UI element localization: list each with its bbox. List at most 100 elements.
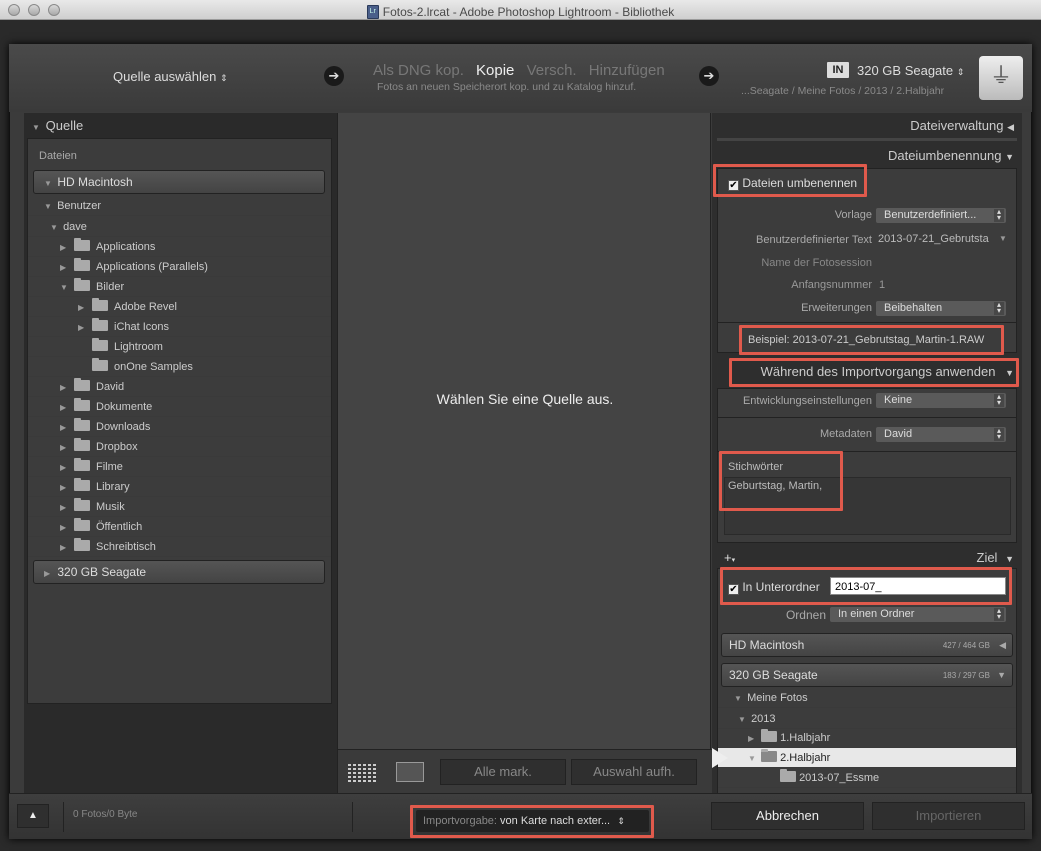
folder-row[interactable]: ▶ Adobe Revel <box>28 297 331 317</box>
folder-row[interactable]: ▶ iChat Icons <box>28 317 331 337</box>
rename-checkbox-row[interactable]: ✔ Dateien umbenennen <box>728 176 857 191</box>
dest-tree-2-halbjahr[interactable]: ▼ 2.Halbjahr <box>718 748 1016 768</box>
folder-row[interactable]: ▶ Musik <box>28 497 331 517</box>
folder-row[interactable]: ▶ Öffentlich <box>28 517 331 537</box>
start-number-value[interactable]: 1 <box>879 279 885 291</box>
import-preset-select[interactable]: Importvorgabe: von Karte nach exter... ⇕ <box>416 810 649 832</box>
dest-tree-meine-fotos[interactable]: ▼ Meine Fotos <box>718 688 1016 708</box>
folder-icon <box>92 318 108 331</box>
close-window-button[interactable] <box>8 4 20 16</box>
folder-row[interactable]: ▶ Dokumente <box>28 397 331 417</box>
organize-select[interactable]: In einen Ordner ▴ ▾ <box>830 607 1006 622</box>
apply-header[interactable]: Während des Importvorgangs anwenden ▼ <box>761 364 1014 379</box>
folder-row[interactable]: Lightroom <box>28 337 331 357</box>
dest-volume-hd[interactable]: HD Macintosh 427 / 464 GB ◀ <box>721 633 1013 657</box>
minimize-window-button[interactable] <box>28 4 40 16</box>
tree-row-dave[interactable]: ▼ dave <box>28 217 331 237</box>
volume-hd-macintosh[interactable]: ▼ HD Macintosh <box>33 170 325 194</box>
divider <box>63 802 64 832</box>
folder-row[interactable]: ▶ Schreibtisch <box>28 537 331 557</box>
triangle-right-icon[interactable]: ▶ <box>78 298 88 318</box>
expand-up-button[interactable]: ▲ <box>17 804 49 828</box>
folder-icon <box>74 438 90 451</box>
triangle-right-icon[interactable]: ▶ <box>60 238 70 258</box>
divider <box>717 417 1017 418</box>
folder-row[interactable]: ▶ Library <box>28 477 331 497</box>
subfolder-row[interactable]: ✔ In Unterordner <box>728 580 820 595</box>
source-header[interactable]: ▼ Quelle <box>32 118 83 133</box>
volume-size: 183 / 297 GB <box>942 671 990 680</box>
checkbox-checked[interactable]: ✔ <box>728 180 739 191</box>
triangle-right-icon[interactable]: ▶ <box>60 378 70 398</box>
tree-label: Benutzer <box>57 200 102 212</box>
destination-header[interactable]: Ziel ▼ <box>977 550 1015 565</box>
tree-row-users[interactable]: ▼ Benutzer <box>28 196 331 216</box>
extensions-select[interactable]: Beibehalten ▴ ▾ <box>876 301 1006 316</box>
updown-icon: ▴ ▾ <box>994 301 1004 315</box>
dest-tree-2013[interactable]: ▼ 2013 <box>718 709 1016 729</box>
triangle-right-icon[interactable]: ▶ <box>60 398 70 418</box>
folder-icon <box>74 378 90 391</box>
folder-row[interactable]: ▶ Filme <box>28 457 331 477</box>
triangle-down-icon: ▼ <box>748 754 756 763</box>
tree-label: 1.Halbjahr <box>780 732 831 744</box>
triangle-right-icon[interactable]: ▶ <box>78 318 88 338</box>
folder-row[interactable]: ▼ Bilder <box>28 277 331 297</box>
template-select[interactable]: Benutzerdefiniert... ▴ ▾ <box>876 208 1006 223</box>
check-all-button[interactable]: Alle mark. <box>440 759 566 785</box>
folder-row[interactable]: ▶ Dropbox <box>28 437 331 457</box>
mode-add[interactable]: Hinzufügen <box>589 62 665 79</box>
loupe-view-icon[interactable] <box>396 762 424 782</box>
dropdown-arrow-icon[interactable]: ▼ <box>999 234 1007 243</box>
subfolder-input[interactable]: 2013-07_ <box>830 577 1006 595</box>
add-preset-icon[interactable]: +▾ <box>724 550 735 565</box>
dest-tree-2013-07[interactable]: 2013-07_Essme <box>718 768 1016 788</box>
folder-icon <box>74 498 90 511</box>
uncheck-all-button[interactable]: Auswahl aufh. <box>571 759 697 785</box>
folder-icon <box>761 749 778 762</box>
source-select[interactable]: Quelle auswählen ⇕ <box>113 69 228 84</box>
mode-copy[interactable]: Kopie <box>476 62 514 79</box>
volume-label: 320 GB Seagate <box>57 565 147 579</box>
folder-row[interactable]: ▶ Applications (Parallels) <box>28 257 331 277</box>
settings-panel: Dateiverwaltung ◀ Dateiumbenennung ▼ ✔ D… <box>712 113 1022 808</box>
triangle-right-icon[interactable]: ▶ <box>60 458 70 478</box>
triangle-right-icon[interactable]: ▶ <box>60 258 70 278</box>
triangle-right-icon[interactable]: ▶ <box>60 518 70 538</box>
folder-label: Bilder <box>96 281 125 293</box>
triangle-right-icon[interactable]: ▶ <box>60 478 70 498</box>
develop-select[interactable]: Keine ▴ ▾ <box>876 393 1006 408</box>
zoom-window-button[interactable] <box>48 4 60 16</box>
volume-seagate[interactable]: ▶ 320 GB Seagate <box>33 560 325 584</box>
folder-row[interactable]: ▶ Downloads <box>28 417 331 437</box>
mode-move[interactable]: Versch. <box>527 62 577 79</box>
tree-label: dave <box>63 221 87 233</box>
folder-label: Applications (Parallels) <box>96 261 208 273</box>
dest-tree-1-halbjahr[interactable]: ▶ 1.Halbjahr <box>718 728 1016 748</box>
triangle-right-icon[interactable]: ▶ <box>60 538 70 558</box>
import-button[interactable]: Importieren <box>872 802 1025 830</box>
file-handling-header[interactable]: Dateiverwaltung ◀ <box>910 118 1014 133</box>
custom-text-input[interactable]: 2013-07-21_Gebrutsta <box>878 233 1006 245</box>
folder-label: Filme <box>96 461 123 473</box>
grid-view-icon[interactable] <box>348 764 376 782</box>
folder-row[interactable]: onOne Samples <box>28 357 331 377</box>
triangle-right-icon[interactable]: ▶ <box>60 498 70 518</box>
selection-pointer-icon <box>712 748 728 768</box>
folder-row[interactable]: ▶ Applications <box>28 237 331 257</box>
triangle-down-icon[interactable]: ▼ <box>60 278 70 298</box>
triangle-right-icon[interactable]: ▶ <box>60 418 70 438</box>
preset-label: Importvorgabe: <box>423 815 497 827</box>
dest-select[interactable]: 320 GB Seagate ⇕ <box>857 63 964 78</box>
mode-dng[interactable]: Als DNG kop. <box>373 62 464 79</box>
folder-row[interactable]: ▶ David <box>28 377 331 397</box>
checkbox-checked[interactable]: ✔ <box>728 584 739 595</box>
volume-label: HD Macintosh <box>57 175 133 189</box>
rename-header[interactable]: Dateiumbenennung ▼ <box>888 148 1014 163</box>
dest-volume-seagate[interactable]: 320 GB Seagate 183 / 297 GB ▼ <box>721 663 1013 687</box>
metadata-value: David <box>884 428 913 440</box>
metadata-select[interactable]: David ▴ ▾ <box>876 427 1006 442</box>
triangle-right-icon[interactable]: ▶ <box>60 438 70 458</box>
cancel-button[interactable]: Abbrechen <box>711 802 864 830</box>
example-value: 2013-07-21_Gebrutstag_Martin-1.RAW <box>792 334 985 346</box>
